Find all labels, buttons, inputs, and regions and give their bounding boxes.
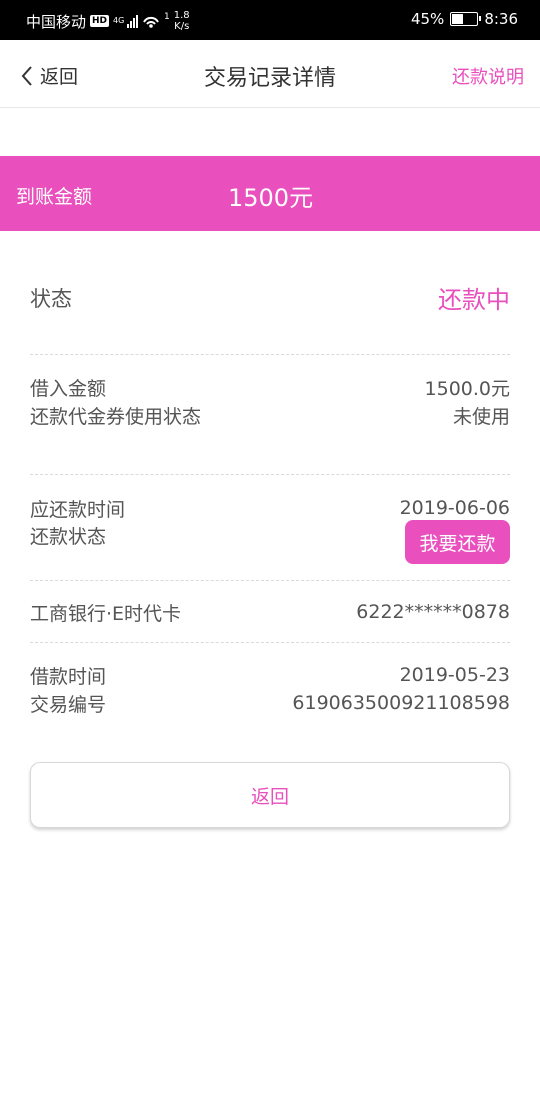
loan-time-label: 借款时间 <box>30 665 107 688</box>
battery-icon <box>450 12 482 26</box>
status-section: 状态 还款中 <box>30 280 510 315</box>
transaction-id-label: 交易编号 <box>30 693 107 716</box>
divider <box>30 580 510 581</box>
repayment-status-row: 还款状态 我要还款 <box>30 520 510 564</box>
borrowed-amount-label: 借入金额 <box>30 377 107 400</box>
chevron-left-icon <box>21 65 32 86</box>
battery-level <box>452 14 464 24</box>
repay-now-button[interactable]: 我要还款 <box>405 520 510 564</box>
divider <box>30 642 510 643</box>
speed-value: 1.8 <box>173 10 190 21</box>
network-type: 4G <box>113 16 125 25</box>
wifi-icon <box>142 13 160 29</box>
voucher-status-value: 未使用 <box>452 405 510 428</box>
status-bar-right: 45% 8:36 <box>411 10 518 28</box>
voucher-status-label: 还款代金券使用状态 <box>30 405 202 428</box>
due-date-label: 应还款时间 <box>30 498 126 521</box>
back-button[interactable]: 返回 <box>20 62 78 89</box>
hd-icon: HD <box>90 15 110 27</box>
status-bar-left: 中国移动 HD 4G 1 1.8 K/s <box>26 10 190 32</box>
received-amount-label: 到账金额 <box>16 186 93 208</box>
nav-header: 返回 交易记录详情 还款说明 <box>0 40 540 108</box>
repayment-status-label: 还款状态 <box>30 526 107 548</box>
repayment-help-link[interactable]: 还款说明 <box>452 63 524 89</box>
received-amount-value: 1500元 <box>228 184 314 212</box>
bank-card-name: 工商银行·E时代卡 <box>30 602 182 625</box>
return-button[interactable]: 返回 <box>30 762 510 828</box>
bank-card-number: 6222******0878 <box>356 601 510 623</box>
voucher-status-row: 还款代金券使用状态 未使用 <box>30 401 510 429</box>
transaction-id-row: 交易编号 619063500921108598 <box>30 689 510 717</box>
repayment-section: 应还款时间 2019-06-06 还款状态 我要还款 <box>30 494 510 564</box>
status-label: 状态 <box>30 286 72 311</box>
loan-section: 借入金额 1500.0元 还款代金券使用状态 未使用 <box>30 373 510 429</box>
divider <box>30 354 510 355</box>
borrowed-amount-value: 1500.0元 <box>424 377 510 400</box>
status-bar: 中国移动 HD 4G 1 1.8 K/s 45% 8:36 <box>0 0 540 40</box>
bank-section: 工商银行·E时代卡 6222******0878 <box>30 598 510 626</box>
loan-time-row: 借款时间 2019-05-23 <box>30 661 510 689</box>
status-row: 状态 还款中 <box>30 280 510 315</box>
amount-banner: 到账金额 1500元 <box>0 156 540 231</box>
divider <box>30 474 510 475</box>
clock: 8:36 <box>484 10 518 28</box>
status-value: 还款中 <box>438 286 510 314</box>
borrowed-amount-row: 借入金额 1500.0元 <box>30 373 510 401</box>
signal-icon <box>127 14 139 28</box>
transaction-section: 借款时间 2019-05-23 交易编号 619063500921108598 <box>30 661 510 717</box>
network-speed: 1.8 K/s <box>174 10 190 32</box>
due-date-row: 应还款时间 2019-06-06 <box>30 494 510 522</box>
transaction-id-value: 619063500921108598 <box>292 692 510 714</box>
loan-time-value: 2019-05-23 <box>399 664 510 686</box>
carrier-name: 中国移动 <box>26 12 87 31</box>
back-label: 返回 <box>40 66 79 88</box>
bank-card-row: 工商银行·E时代卡 6222******0878 <box>30 598 510 626</box>
due-date-value: 2019-06-06 <box>399 497 510 519</box>
speed-unit: K/s <box>174 21 190 32</box>
wifi-superscript: 1 <box>164 12 170 22</box>
battery-percent: 45% <box>410 10 445 28</box>
